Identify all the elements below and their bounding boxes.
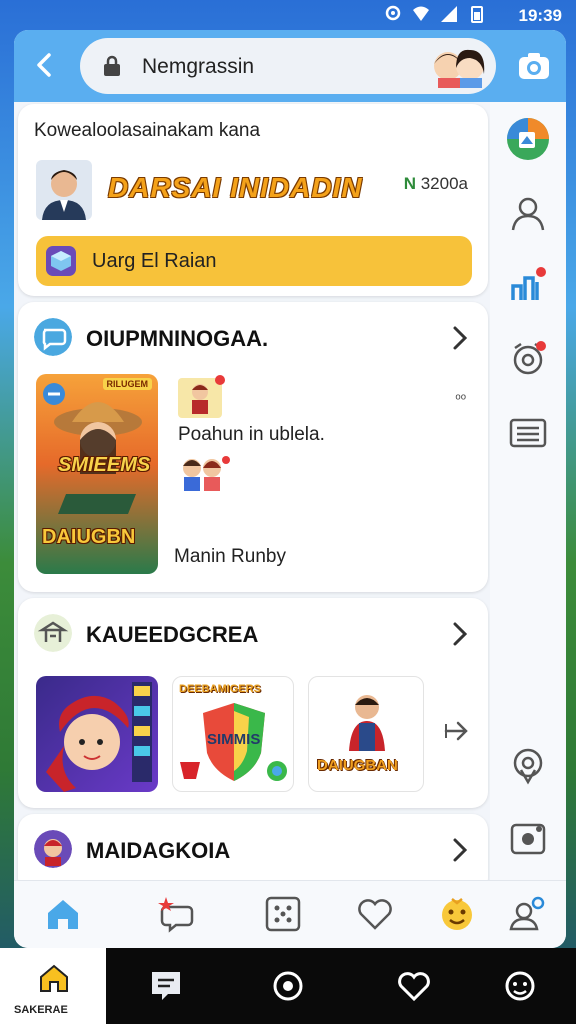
user-icon[interactable]: [507, 192, 549, 234]
tile-top-text: SMIEEMS: [58, 454, 151, 476]
tile-bottom-text: DAIUGBN: [42, 526, 136, 548]
stat-code-value: 3200a: [420, 174, 468, 193]
battery-icon: [471, 6, 483, 23]
extra-mark: ᵒᵒ: [455, 390, 466, 406]
nav-home-label: SAKERAE: [14, 1004, 68, 1016]
home-icon: [40, 964, 68, 992]
tile2-top-text: DEEBAMIGERS: [179, 683, 261, 695]
side-label-1: Poahun in ublela.: [178, 424, 325, 445]
stat-code-letter: N: [403, 174, 416, 193]
location-icon: [385, 5, 401, 21]
game-title: DARSAI INIDADIN: [108, 172, 363, 203]
bottom-tab-bar: [14, 880, 566, 948]
smiley-icon[interactable]: [502, 968, 538, 1004]
system-nav-bar: SAKERAE: [0, 948, 576, 1024]
friends-tab-icon[interactable]: [508, 895, 546, 933]
green-orb-icon: [267, 761, 287, 781]
camera-icon[interactable]: [516, 48, 552, 84]
stat-code: N 3200a: [404, 174, 468, 194]
app-logo-icon[interactable]: [507, 118, 549, 160]
section-header-1[interactable]: OIUPMNINOGAA.: [34, 318, 474, 358]
section-title-3: MAIDAGKOIA: [86, 838, 231, 863]
home-tab-icon[interactable]: [44, 895, 82, 933]
character-icon: [349, 695, 385, 751]
search-bar[interactable]: Nemgrassin: [80, 38, 496, 94]
breadcrumb[interactable]: Kowealoolasainakam kana: [34, 120, 260, 142]
game-tile-large[interactable]: RILUGEM SMIEEMS DAIUGBN: [36, 374, 158, 574]
profile-card: Kowealoolasainakam kana DARSAI INIDADIN …: [18, 104, 488, 296]
heart-icon[interactable]: [396, 968, 432, 1004]
clock: 19:39: [518, 6, 562, 25]
section-title-2: KAUEEDGCREA: [86, 622, 259, 647]
game-tile-3[interactable]: DAIUGBAN: [308, 676, 424, 792]
back-button[interactable]: [28, 48, 62, 82]
chevron-right-icon[interactable]: [450, 324, 470, 352]
status-bar: 19:39: [0, 0, 576, 30]
section-card-2: KAUEEDGCREA DEEBAMIGERS SIMMIS DAIUGBAN: [18, 598, 488, 808]
lock-icon: [104, 55, 120, 76]
share-arrow-icon[interactable]: [442, 716, 472, 746]
friends-avatar-icon[interactable]: [430, 44, 488, 88]
game-cube-icon: [46, 246, 76, 276]
game-tile-2[interactable]: DEEBAMIGERS SIMMIS: [172, 676, 294, 792]
list-icon[interactable]: [507, 412, 549, 454]
section-title-1: OIUPMNINOGAA.: [86, 326, 269, 351]
section-header-3[interactable]: MAIDAGKOIA: [34, 830, 474, 870]
media-card-icon[interactable]: [507, 818, 549, 860]
top-bar: Nemgrassin: [14, 30, 566, 102]
favorites-tab-icon[interactable]: [356, 895, 394, 933]
stats-chart-icon[interactable]: [507, 264, 549, 306]
red-hat-girl-art: [46, 682, 152, 792]
side-label-2: Manin Runby: [174, 546, 286, 567]
duo-characters-icon[interactable]: [178, 454, 232, 492]
pavilion-icon: [34, 614, 72, 652]
grid-tab-icon[interactable]: [264, 895, 302, 933]
section-card-1: OIUPMNINOGAA. RILUGEM SMIEEMS DAIUGBN Po…: [18, 302, 488, 592]
profile-avatar[interactable]: [36, 160, 92, 220]
signal-icon: [441, 6, 457, 22]
camera-alert-icon[interactable]: [507, 338, 549, 380]
right-sidebar: [490, 102, 566, 880]
action-button[interactable]: Uarg El Raian: [36, 236, 472, 286]
app-window: Nemgrassin Kowealoolasainakam kana DARSA…: [14, 30, 566, 948]
chevron-right-icon[interactable]: [450, 836, 470, 864]
wifi-icon: [413, 6, 429, 21]
chevron-right-icon[interactable]: [450, 620, 470, 648]
game-tile-1[interactable]: [36, 676, 158, 792]
character-avatar-icon: [34, 830, 72, 868]
tile-badge: RILUGEM: [102, 378, 152, 390]
chevron-left-icon: [37, 53, 51, 77]
tile3-label: DAIUGBAN: [317, 757, 398, 774]
nav-home-button[interactable]: SAKERAE: [0, 948, 106, 1024]
messages-icon[interactable]: [148, 968, 184, 1004]
location-pin-icon[interactable]: [507, 744, 549, 786]
red-gem-icon: [180, 762, 200, 779]
search-nav-icon[interactable]: [270, 968, 306, 1004]
emoji-tab-icon[interactable]: [438, 895, 476, 933]
section-header-2[interactable]: KAUEEDGCREA: [34, 614, 474, 654]
action-button-label: Uarg El Raian: [92, 250, 217, 272]
tile2-mid-text: SIMMIS: [207, 731, 261, 748]
chat-bubble-icon: [34, 318, 72, 356]
chat-tab-icon[interactable]: [158, 895, 196, 933]
search-input[interactable]: Nemgrassin: [142, 55, 254, 79]
character-thumb-icon[interactable]: [176, 374, 226, 420]
